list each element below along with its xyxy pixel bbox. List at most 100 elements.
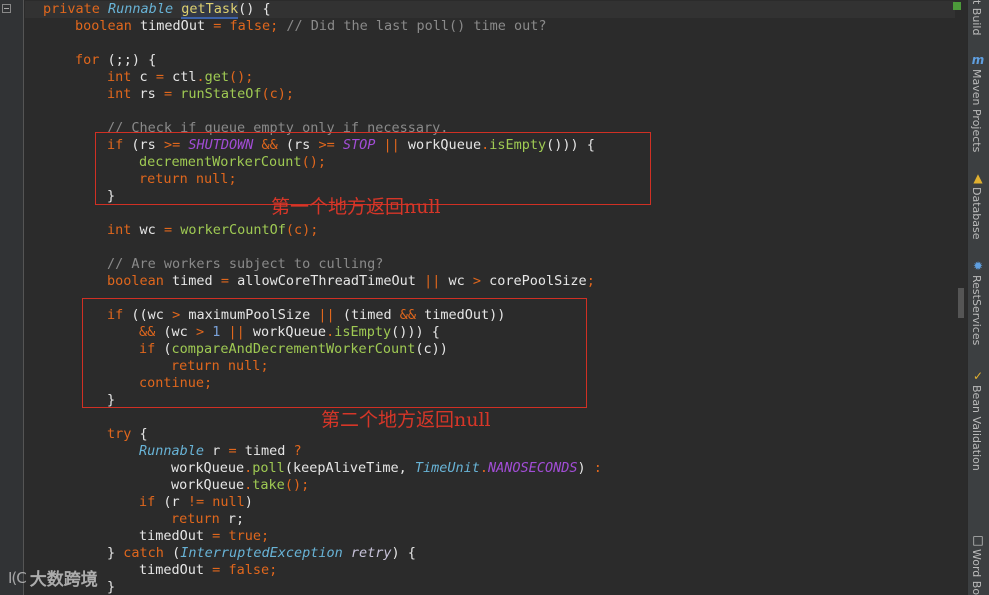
tool-database-label: Database — [970, 187, 983, 240]
rest-services-icon: ✹ — [972, 259, 984, 273]
code-line: // Are workers subject to culling? — [107, 256, 383, 273]
code-token: false — [229, 18, 271, 34]
code-token: int — [107, 222, 132, 238]
code-line: Runnable r = timed ? — [139, 443, 302, 460]
code-token: ; — [260, 528, 270, 544]
code-token: = — [212, 562, 221, 578]
code-line: int c = ctl.get(); — [107, 69, 253, 86]
code-token: } — [107, 579, 116, 595]
code-token: if — [139, 494, 156, 510]
code-token-selected[interactable]: getTask — [181, 1, 239, 19]
watermark: I(C 大数跨境 — [8, 565, 98, 591]
code-token: ? — [293, 443, 302, 459]
code-token: = — [212, 528, 221, 544]
tool-rest-services[interactable]: ✹ RestServices — [970, 260, 988, 345]
code-line: int rs = runStateOf(c); — [107, 86, 294, 103]
code-token: (c); — [285, 222, 319, 238]
code-line: workQueue.take(); — [171, 477, 309, 494]
annotation-box-second — [82, 298, 587, 408]
tool-database[interactable]: ▲ Database — [970, 172, 988, 240]
code-token: } — [107, 545, 116, 561]
code-line: } catch (InterruptedException retry) { — [107, 545, 416, 562]
code-token: ) — [244, 494, 253, 510]
tool-bean-validation[interactable]: ✓ Bean Validation — [970, 370, 988, 471]
maven-icon: m — [971, 53, 985, 67]
code-token: timedOut — [139, 562, 205, 578]
code-token: return — [171, 511, 220, 527]
code-token: (); — [229, 69, 254, 85]
code-line: boolean timedOut = false; // Did the las… — [75, 18, 547, 35]
code-token: (c); — [261, 86, 295, 102]
code-token: timedOut — [139, 528, 205, 544]
watermark-text: 大数跨境 — [29, 570, 98, 590]
code-token: for — [75, 52, 100, 68]
code-token: workQueue — [171, 460, 245, 476]
code-token: r — [212, 443, 221, 459]
scrollbar-thumb[interactable] — [958, 288, 964, 318]
code-token: || — [424, 273, 441, 289]
code-line: timedOut = false; — [139, 562, 277, 579]
code-line: for (;;) { — [75, 52, 156, 69]
code-token: false — [228, 562, 270, 578]
code-token: . — [479, 460, 489, 476]
code-comment: // Did the last poll() time out? — [286, 18, 547, 34]
code-token: ctl — [172, 69, 197, 85]
tool-rest-label: RestServices — [970, 275, 983, 346]
code-token: workerCountOf — [180, 222, 286, 238]
code-token: catch — [123, 545, 164, 561]
tool-maven-label: Maven Projects — [970, 69, 983, 153]
code-token: NANOSECONDS — [488, 460, 578, 476]
code-token: take — [252, 477, 285, 493]
code-token: wc — [448, 273, 465, 289]
code-token: != — [187, 494, 205, 510]
code-token: null — [212, 494, 245, 510]
code-token: wc — [139, 222, 156, 238]
code-token: rs — [139, 86, 156, 102]
code-token: get — [204, 69, 230, 85]
code-token: r; — [227, 511, 245, 527]
code-token: Runnable — [139, 443, 205, 459]
code-line: try { — [107, 426, 148, 443]
ide-window: private Runnable getTask() { boolean tim… — [0, 0, 989, 595]
code-token: = — [213, 18, 222, 34]
watermark-logo: I(C — [8, 568, 27, 587]
code-token: boolean — [107, 273, 164, 289]
editor-gutter — [0, 0, 24, 595]
code-line: if (r != null) — [139, 494, 253, 511]
code-token: timed — [172, 273, 213, 289]
code-token: int — [107, 86, 132, 102]
code-token: TimeUnit — [414, 460, 480, 476]
code-token: = — [228, 443, 237, 459]
code-line: int wc = workerCountOf(c); — [107, 222, 318, 239]
code-token: > — [472, 273, 482, 289]
code-token: ; — [269, 562, 278, 578]
fold-collapse-icon[interactable] — [2, 4, 11, 13]
code-token: = — [155, 69, 164, 85]
code-line: return r; — [171, 511, 244, 528]
code-token: true — [228, 528, 261, 544]
tool-word-book[interactable]: □ Word Bo — [970, 534, 988, 595]
code-token: () { — [238, 1, 271, 17]
code-line: private Runnable getTask() { — [43, 1, 271, 19]
code-token: ( — [172, 545, 181, 561]
code-token: allowCoreThreadTimeOut — [237, 273, 416, 289]
inspection-ok-icon[interactable] — [953, 2, 961, 10]
annotation-label-first: 第一个地方返回null — [271, 196, 441, 218]
right-tool-strip: t Build m Maven Projects ▲ Database ✹ Re… — [967, 0, 989, 595]
code-token: { — [139, 426, 148, 442]
code-token: int — [107, 69, 132, 85]
code-token: boolean — [75, 18, 132, 34]
code-token: private — [43, 1, 100, 17]
code-token: . — [196, 69, 205, 85]
code-token: InterruptedException — [180, 545, 343, 561]
tool-build-label: t Build — [970, 0, 983, 36]
code-line: } — [107, 579, 115, 595]
code-token: try — [107, 426, 132, 442]
code-token: = — [163, 222, 173, 238]
code-token: = — [163, 86, 173, 102]
code-token: ) { — [391, 545, 416, 561]
tool-build[interactable]: t Build — [970, 0, 988, 35]
code-token: ) — [577, 460, 586, 476]
bean-validation-icon: ✓ — [972, 369, 984, 383]
tool-maven-projects[interactable]: m Maven Projects — [970, 54, 988, 152]
